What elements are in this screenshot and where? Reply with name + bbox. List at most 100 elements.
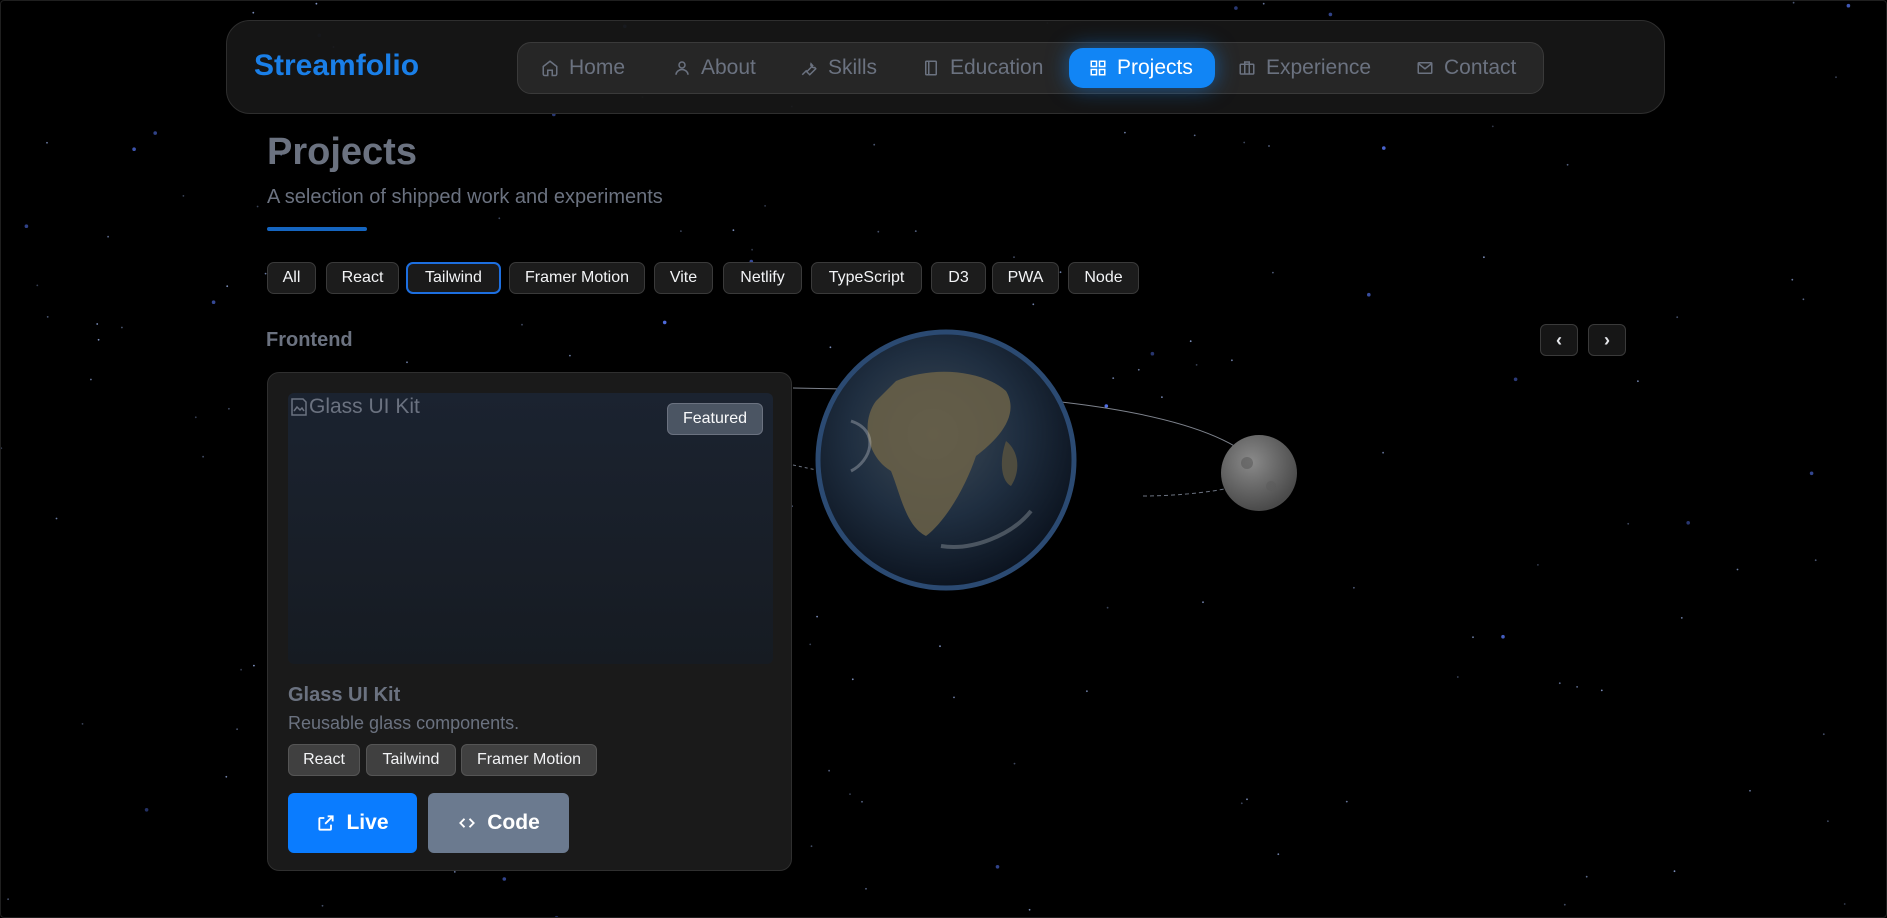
star	[953, 696, 955, 699]
carousel-next-button[interactable]: ›	[1588, 324, 1626, 356]
star	[873, 143, 876, 146]
star	[1013, 762, 1016, 765]
nav-item-home[interactable]: Home	[541, 48, 625, 88]
app-window: Streamfolio Home About Skills Education …	[0, 0, 1887, 918]
star	[1792, 1, 1795, 4]
star	[1193, 134, 1196, 137]
star	[236, 728, 239, 731]
star	[97, 338, 100, 341]
project-tag: React	[288, 744, 360, 776]
featured-badge: Featured	[666, 403, 763, 435]
star	[1268, 145, 1270, 147]
star	[1814, 559, 1817, 562]
star	[225, 775, 228, 778]
filter-chip-node[interactable]: Node	[1068, 262, 1139, 294]
star	[1566, 163, 1569, 166]
star	[24, 224, 29, 228]
star	[202, 455, 205, 458]
star	[1537, 564, 1539, 566]
star	[1680, 617, 1683, 619]
star	[90, 378, 92, 381]
filter-chip-tailwind[interactable]: Tailwind	[406, 262, 501, 294]
title-underline	[267, 227, 367, 231]
star	[1202, 601, 1204, 604]
mail-icon	[1417, 62, 1433, 74]
star	[1558, 682, 1561, 685]
nav-item-experience[interactable]: Experience	[1238, 48, 1371, 88]
star	[194, 416, 197, 419]
star	[1243, 141, 1246, 144]
project-thumbnail[interactable]: Glass UI Kit Featured	[288, 393, 773, 664]
thumbnail-alt-text: Glass UI Kit	[290, 395, 420, 419]
filter-chip-react[interactable]: React	[326, 262, 399, 294]
star	[662, 320, 667, 325]
star	[732, 229, 735, 232]
star	[240, 668, 243, 671]
star	[1059, 271, 1062, 274]
star	[502, 877, 507, 881]
star	[849, 793, 851, 795]
star	[1809, 471, 1814, 476]
star	[1106, 606, 1109, 609]
star	[1491, 125, 1494, 128]
code-icon	[459, 818, 476, 828]
filter-chip-d3[interactable]: D3	[931, 262, 986, 294]
star	[46, 316, 49, 318]
project-title: Glass UI Kit	[288, 684, 401, 706]
star	[914, 230, 917, 233]
star	[1827, 820, 1829, 823]
star	[1563, 903, 1566, 906]
brand-logo[interactable]: Streamfolio	[254, 49, 419, 83]
nav-item-contact[interactable]: Contact	[1416, 48, 1516, 88]
star	[1032, 303, 1035, 306]
star	[1345, 800, 1348, 803]
star	[939, 645, 941, 648]
project-description: Reusable glass components.	[288, 713, 520, 733]
star	[228, 407, 230, 410]
star	[256, 205, 259, 208]
nav-item-about[interactable]: About	[673, 48, 756, 88]
star	[877, 230, 880, 233]
filter-chip-vite[interactable]: Vite	[654, 262, 713, 294]
star	[1013, 256, 1015, 258]
star	[1637, 380, 1639, 383]
nav-item-projects[interactable]: Projects	[1069, 48, 1215, 88]
filter-chip-typescript[interactable]: TypeScript	[811, 262, 922, 294]
star	[132, 147, 136, 151]
star	[1262, 2, 1265, 5]
star	[1843, 903, 1846, 905]
star	[1673, 870, 1676, 873]
filter-chip-framer-motion[interactable]: Framer Motion	[509, 262, 645, 294]
live-demo-button[interactable]: Live	[288, 793, 417, 853]
home-icon	[542, 60, 558, 77]
star	[7, 898, 9, 901]
star	[453, 871, 456, 873]
carousel-prev-button[interactable]: ‹	[1540, 324, 1578, 356]
nav-item-label: Experience	[1266, 56, 1372, 79]
star	[569, 354, 571, 357]
star	[1749, 789, 1751, 792]
star	[96, 323, 99, 325]
star	[1736, 568, 1739, 571]
star	[1585, 875, 1588, 878]
nav-item-education[interactable]: Education	[922, 48, 1043, 88]
source-code-button[interactable]: Code	[428, 793, 569, 853]
star	[321, 904, 324, 907]
project-card[interactable]: Glass UI Kit Featured Glass UI Kit Reusa…	[267, 372, 792, 871]
filter-chip-netlify[interactable]: Netlify	[723, 262, 802, 294]
filter-chip-pwa[interactable]: PWA	[992, 262, 1059, 294]
nav-item-skills[interactable]: Skills	[800, 48, 877, 88]
project-tag: Framer Motion	[461, 744, 597, 776]
star	[144, 808, 149, 812]
filter-chip-all[interactable]: All	[267, 262, 316, 294]
star	[1234, 6, 1238, 10]
star	[1240, 802, 1243, 805]
page-subtitle: A selection of shipped work and experime…	[267, 186, 663, 208]
section-label: Frontend	[266, 329, 353, 351]
star	[1472, 636, 1474, 639]
broken-image-icon	[291, 398, 307, 416]
star	[851, 678, 854, 681]
star	[1501, 634, 1505, 639]
grid-icon	[1090, 60, 1106, 76]
nav-menu: Home About Skills Education Projects Exp…	[517, 42, 1544, 94]
